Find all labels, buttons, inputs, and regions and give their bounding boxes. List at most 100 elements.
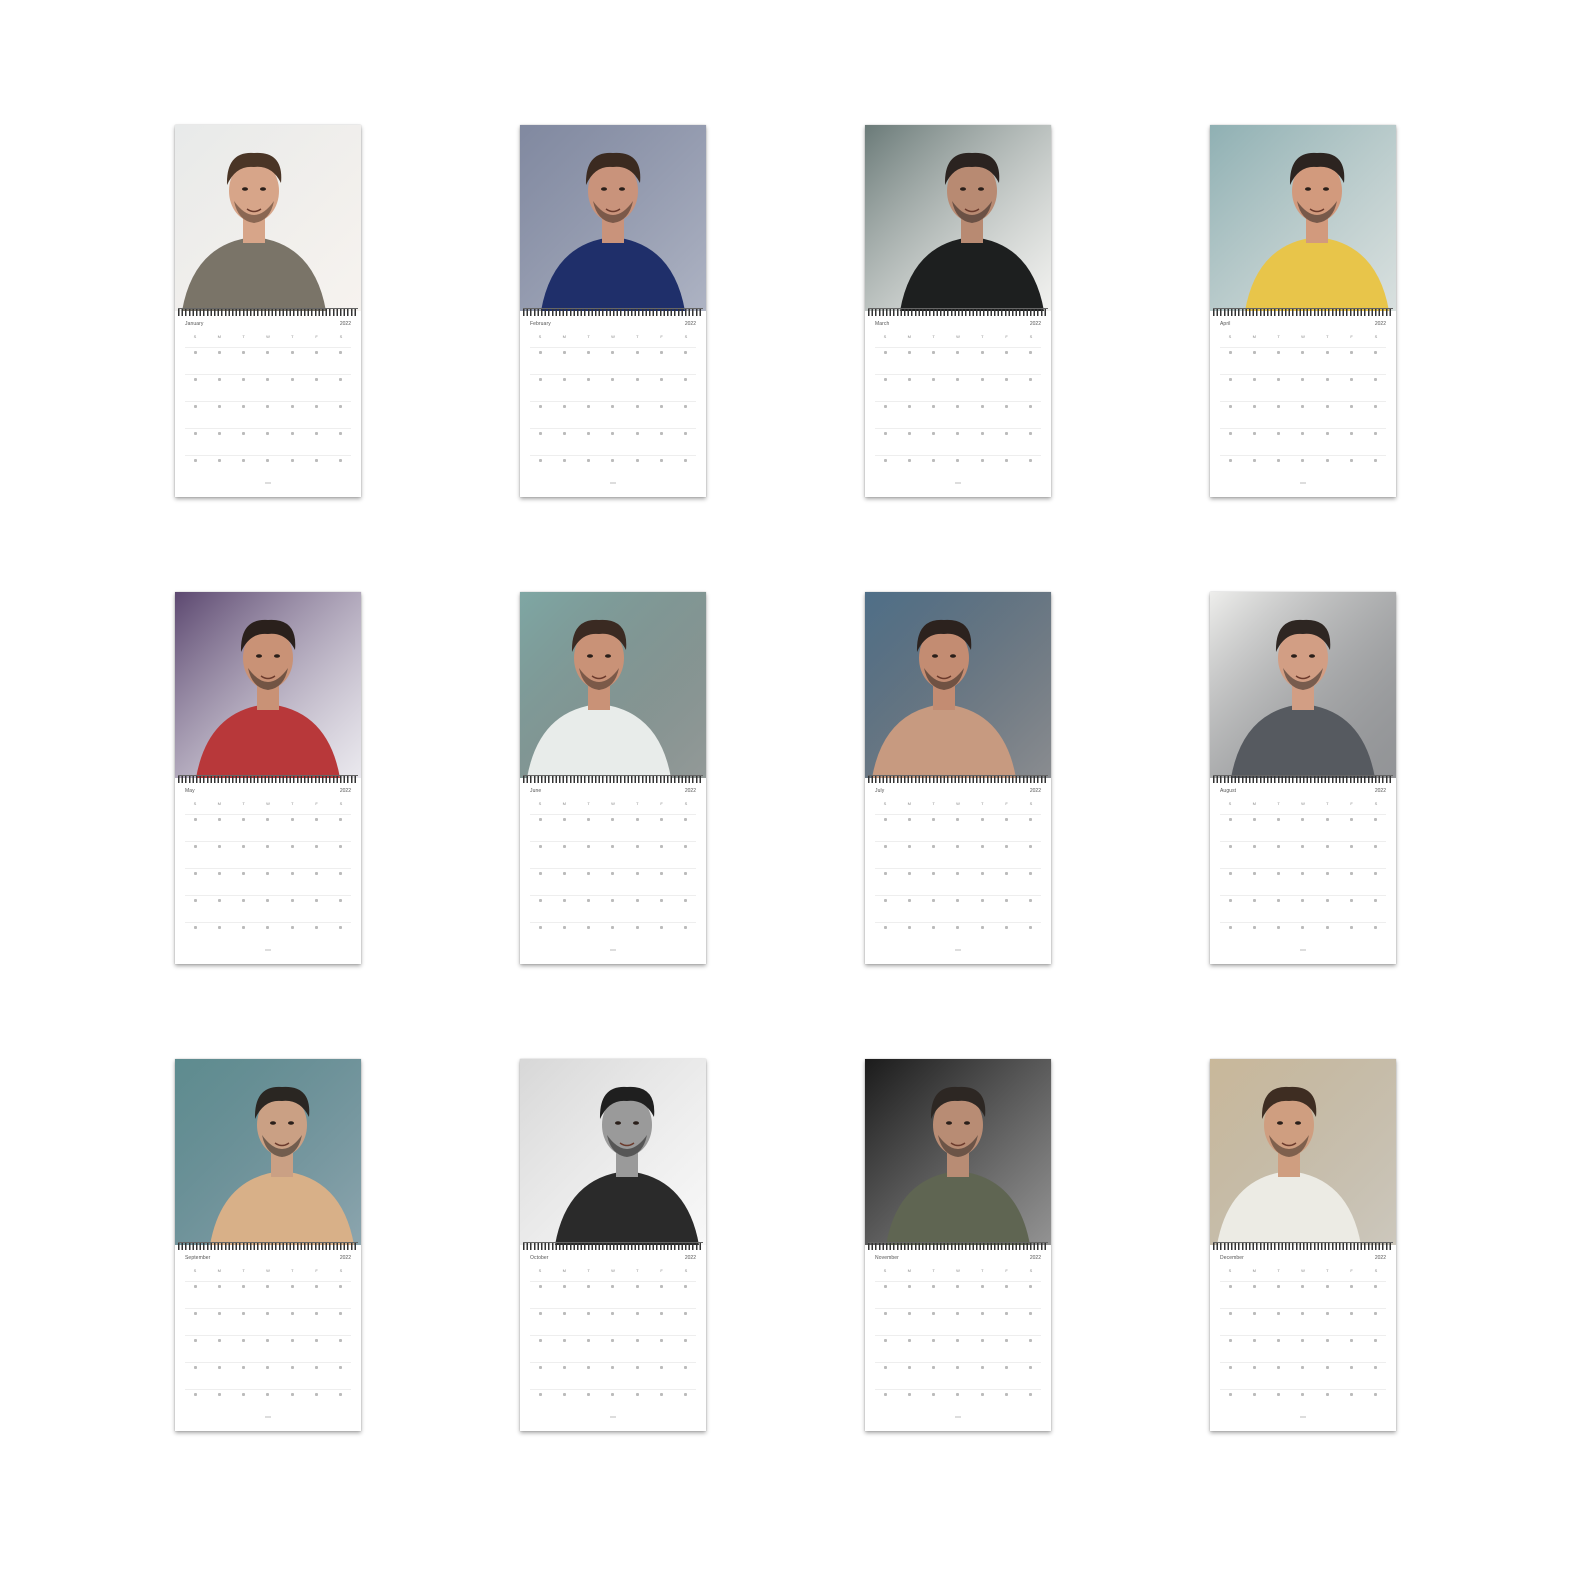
day-cell [1244,1284,1264,1308]
day-cell [627,431,647,455]
day-cell [899,1284,919,1308]
weekday-label: T [636,334,639,339]
day-cell [209,1365,229,1389]
weekday-label: T [636,801,639,806]
day-cell [972,350,992,374]
day-cell [1269,817,1289,841]
year-label: 2022 [339,788,351,794]
day-cell [676,1284,696,1308]
day-cell [1293,1284,1313,1308]
day-cell [331,844,351,868]
day-cell [676,1338,696,1362]
day-cell [1269,377,1289,401]
day-cell [258,431,278,455]
weekday-label: F [315,801,318,806]
day-cell [972,377,992,401]
calendar-photo [520,592,706,778]
day-cell [234,1338,254,1362]
day-cell [1293,350,1313,374]
day-cell [1244,898,1264,922]
weekday-label: S [538,1268,542,1273]
week-row [530,347,696,374]
day-cell [948,431,968,455]
weekday-label: T [932,801,935,806]
day-cell [258,898,278,922]
year-label: 2022 [1374,321,1386,327]
day-cell [1244,871,1264,895]
week-row [875,895,1041,922]
day-cell [282,817,302,841]
week-row [530,868,696,895]
day-cell [1342,350,1362,374]
day-cell [1021,377,1041,401]
day-cell [579,871,599,895]
weekday-label: S [1228,334,1232,339]
spiral-binding [1213,308,1393,316]
week-row [1220,428,1386,455]
weekday-label: T [636,1268,639,1273]
day-cell [1220,817,1240,841]
week-row [875,868,1041,895]
day-cell [899,1365,919,1389]
day-cell [554,844,574,868]
day-cell [554,1311,574,1335]
day-cell [1220,404,1240,428]
week-row [185,347,351,374]
weekday-label: M [217,1268,221,1273]
day-cell [1317,898,1337,922]
day-cell [530,871,550,895]
weeks [185,347,351,482]
weekday-label: T [981,334,984,339]
day-cell [924,377,944,401]
month-label: February [530,321,551,327]
day-cell [603,377,623,401]
year-label: 2022 [339,1255,351,1261]
day-cell [258,350,278,374]
day-cell [185,1338,205,1362]
spiral-binding [523,308,703,316]
day-cell [948,898,968,922]
day-cell [1293,377,1313,401]
calendar-grid: January 2022 S M T W T F S February 2022 S M T W T F S Mar… [0,0,1588,1588]
day-cell [554,817,574,841]
weekday-header: SMTWTFS [1220,334,1386,339]
day-cell [234,1284,254,1308]
day-cell [875,898,895,922]
day-cell [282,1365,302,1389]
day-cell [530,1284,550,1308]
day-cell [1220,871,1240,895]
day-cell [924,431,944,455]
week-row [1220,1308,1386,1335]
day-cell [209,350,229,374]
day-cell [652,1338,672,1362]
day-cell [1366,404,1386,428]
day-cell [258,1338,278,1362]
day-cell [676,1311,696,1335]
day-cell [1021,898,1041,922]
day-cell [234,350,254,374]
day-cell [530,1311,550,1335]
calendar-page: June 2022 S M T W T F S [520,592,706,964]
weekday-header: SMTWTFS [875,1268,1041,1273]
day-cell [282,350,302,374]
week-row [185,1362,351,1389]
month-grid: October 2022 S M T W T F S [520,1251,706,1431]
day-cell [209,871,229,895]
day-cell [875,1311,895,1335]
day-cell [652,844,672,868]
day-cell [1220,898,1240,922]
day-cell [1244,1365,1264,1389]
week-row [185,868,351,895]
month-label: August [1220,788,1237,794]
calendar-photo [865,1059,1051,1245]
month-grid: September 2022 S M T W T F S [175,1251,361,1431]
day-cell [579,1311,599,1335]
day-cell [554,871,574,895]
day-cell [282,844,302,868]
day-cell [924,1284,944,1308]
week-row [185,401,351,428]
day-cell [1021,1311,1041,1335]
year-label: 2022 [1029,788,1041,794]
calendar-page: July 2022 S M T W T F S [865,592,1051,964]
day-cell [1244,377,1264,401]
